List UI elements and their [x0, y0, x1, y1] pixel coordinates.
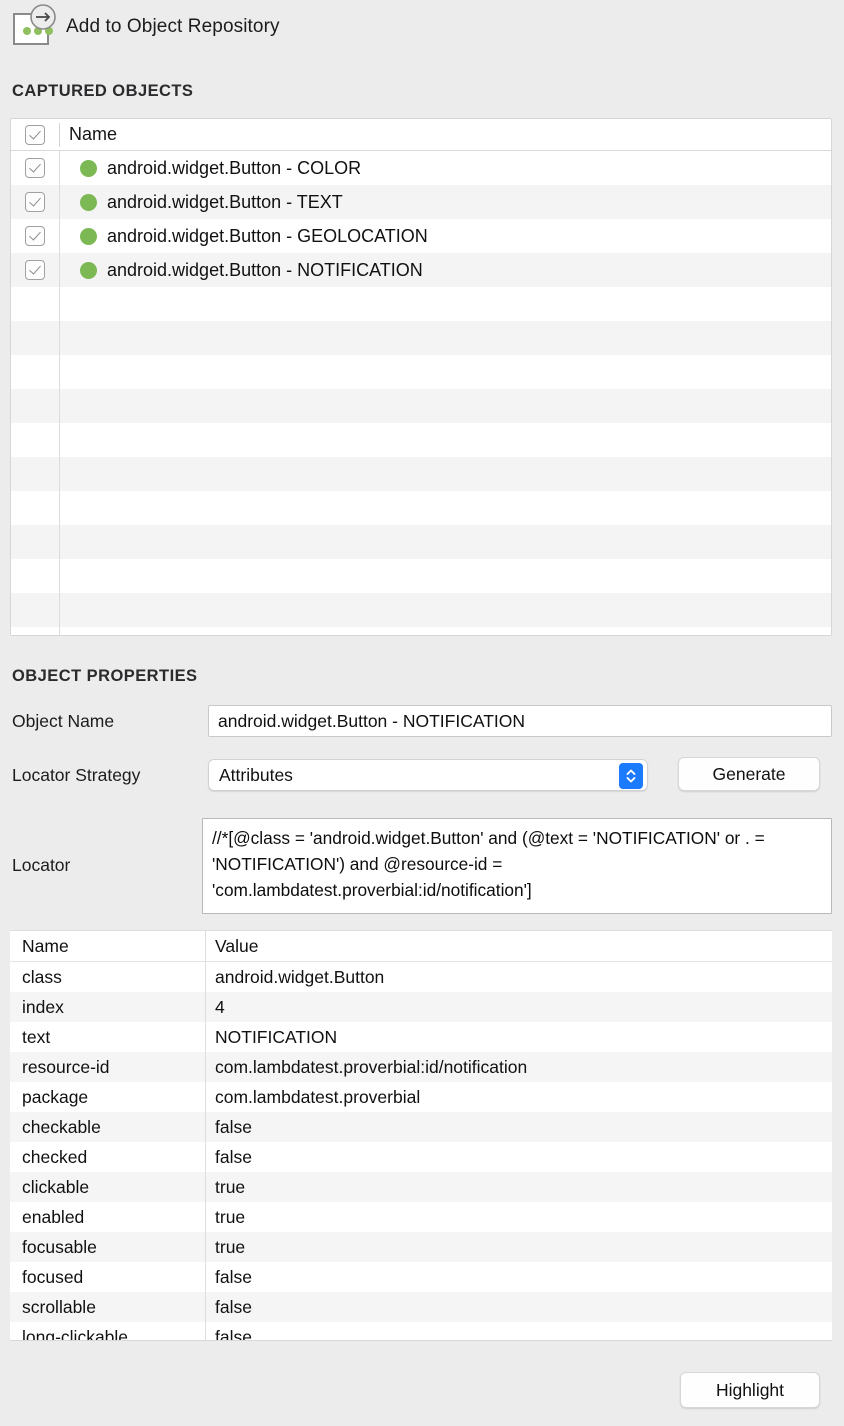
- property-value: false: [215, 1146, 252, 1167]
- property-value: false: [215, 1116, 252, 1137]
- object-name: android.widget.Button - NOTIFICATION: [107, 259, 423, 280]
- column-header-name: Name: [69, 124, 118, 144]
- property-name: resource-id: [22, 1056, 110, 1077]
- locator-strategy-label: Locator Strategy: [12, 765, 141, 785]
- empty-row: [11, 559, 831, 593]
- table-row[interactable]: android.widget.Button - COLOR: [11, 151, 831, 185]
- property-name: checkable: [22, 1116, 101, 1137]
- property-row[interactable]: class android.widget.Button: [10, 962, 832, 992]
- generate-button[interactable]: Generate: [678, 757, 820, 791]
- object-name: android.widget.Button - TEXT: [107, 191, 343, 212]
- property-name: scrollable: [22, 1296, 96, 1317]
- property-name: checked: [22, 1146, 88, 1167]
- object-name-input[interactable]: android.widget.Button - NOTIFICATION: [208, 705, 832, 737]
- property-value: android.widget.Button: [215, 966, 385, 987]
- object-name: android.widget.Button - COLOR: [107, 157, 362, 178]
- row-checkbox[interactable]: [25, 158, 45, 178]
- properties-table-body: class android.widget.Button index 4 text NOTI…: [10, 962, 832, 1341]
- header-column-divider: [59, 123, 60, 147]
- empty-row: [11, 525, 831, 559]
- property-value: true: [215, 1206, 246, 1227]
- empty-row: [11, 389, 831, 423]
- property-row[interactable]: index 4: [10, 992, 832, 1022]
- row-checkbox-cell[interactable]: [11, 158, 59, 178]
- empty-row: [11, 593, 831, 627]
- object-properties-heading: OBJECT PROPERTIES: [12, 667, 198, 685]
- property-name: long-clickable: [22, 1326, 129, 1341]
- property-name: focused: [22, 1266, 84, 1287]
- property-row[interactable]: clickable true: [10, 1172, 832, 1202]
- property-value: false: [215, 1326, 252, 1341]
- property-value: false: [215, 1266, 252, 1287]
- property-row[interactable]: resource-id com.lambdatest.proverbial:id/…: [10, 1052, 832, 1082]
- object-name-label: Object Name: [12, 711, 115, 731]
- empty-row: [11, 287, 831, 321]
- property-name: text: [22, 1026, 51, 1047]
- table-row[interactable]: android.widget.Button - GEOLOCATION: [11, 219, 831, 253]
- row-checkbox-cell[interactable]: [11, 226, 59, 246]
- row-checkbox[interactable]: [25, 226, 45, 246]
- add-to-object-repository-label: Add to Object Repository: [66, 16, 280, 37]
- properties-column-divider: [205, 931, 206, 1340]
- row-checkbox[interactable]: [25, 260, 45, 280]
- row-checkbox-cell[interactable]: [11, 192, 59, 212]
- locator-label: Locator: [12, 855, 71, 875]
- captured-objects-header: Name: [11, 119, 831, 151]
- property-row[interactable]: text NOTIFICATION: [10, 1022, 832, 1052]
- add-to-object-repository-button[interactable]: Add to Object Repository: [10, 4, 280, 50]
- property-value: false: [215, 1296, 252, 1317]
- property-value: NOTIFICATION: [215, 1026, 338, 1047]
- status-dot-icon: [80, 193, 97, 211]
- property-row[interactable]: package com.lambdatest.proverbial: [10, 1082, 832, 1112]
- row-checkbox[interactable]: [25, 192, 45, 212]
- row-checkbox-cell[interactable]: [11, 260, 59, 280]
- property-row[interactable]: long-clickable false: [10, 1322, 832, 1341]
- empty-row: [11, 491, 831, 525]
- empty-row: [11, 457, 831, 491]
- property-name: focusable: [22, 1236, 97, 1257]
- empty-row: [11, 627, 831, 635]
- highlight-button[interactable]: Highlight: [680, 1372, 820, 1408]
- status-dot-icon: [80, 227, 97, 245]
- select-all-checkbox[interactable]: [25, 124, 45, 145]
- property-row[interactable]: scrollable false: [10, 1292, 832, 1322]
- select-all-checkbox-cell[interactable]: [11, 124, 59, 145]
- chevron-up-down-icon[interactable]: [619, 763, 643, 789]
- add-to-repository-icon: [10, 4, 56, 50]
- property-name: enabled: [22, 1206, 85, 1227]
- locator-strategy-select[interactable]: Attributes: [208, 759, 648, 791]
- object-name: android.widget.Button - GEOLOCATION: [107, 225, 428, 246]
- table-row[interactable]: android.widget.Button - TEXT: [11, 185, 831, 219]
- empty-row: [11, 355, 831, 389]
- locator-textarea[interactable]: //*[@class = 'android.widget.Button' and…: [202, 818, 832, 914]
- property-name: clickable: [22, 1176, 90, 1197]
- property-name: class: [22, 966, 62, 987]
- list-column-divider: [59, 151, 60, 635]
- empty-row: [11, 321, 831, 355]
- properties-column-header-name: Name: [22, 935, 69, 956]
- captured-objects-list[interactable]: Name android.widget.Button - COLOR androi…: [10, 118, 832, 636]
- status-dot-icon: [80, 159, 97, 177]
- captured-objects-body: android.widget.Button - COLOR android.wid…: [11, 151, 831, 635]
- property-name: package: [22, 1086, 89, 1107]
- status-dot-icon: [80, 261, 97, 279]
- empty-row: [11, 423, 831, 457]
- property-row[interactable]: focusable true: [10, 1232, 832, 1262]
- captured-objects-heading: CAPTURED OBJECTS: [12, 82, 194, 100]
- property-row[interactable]: checked false: [10, 1142, 832, 1172]
- locator-strategy-value: Attributes: [219, 764, 293, 785]
- object-properties-table[interactable]: Name Value class android.widget.Button ind…: [10, 930, 832, 1341]
- property-row[interactable]: enabled true: [10, 1202, 832, 1232]
- properties-column-header-value: Value: [215, 935, 259, 956]
- property-value: true: [215, 1236, 246, 1257]
- property-value: com.lambdatest.proverbial:id/notificatio…: [215, 1056, 528, 1077]
- property-row[interactable]: checkable false: [10, 1112, 832, 1142]
- properties-table-header: Name Value: [10, 931, 832, 962]
- property-value: com.lambdatest.proverbial: [215, 1086, 421, 1107]
- property-row[interactable]: focused false: [10, 1262, 832, 1292]
- property-value: true: [215, 1176, 246, 1197]
- table-row[interactable]: android.widget.Button - NOTIFICATION: [11, 253, 831, 287]
- property-name: index: [22, 996, 64, 1017]
- property-value: 4: [215, 996, 225, 1017]
